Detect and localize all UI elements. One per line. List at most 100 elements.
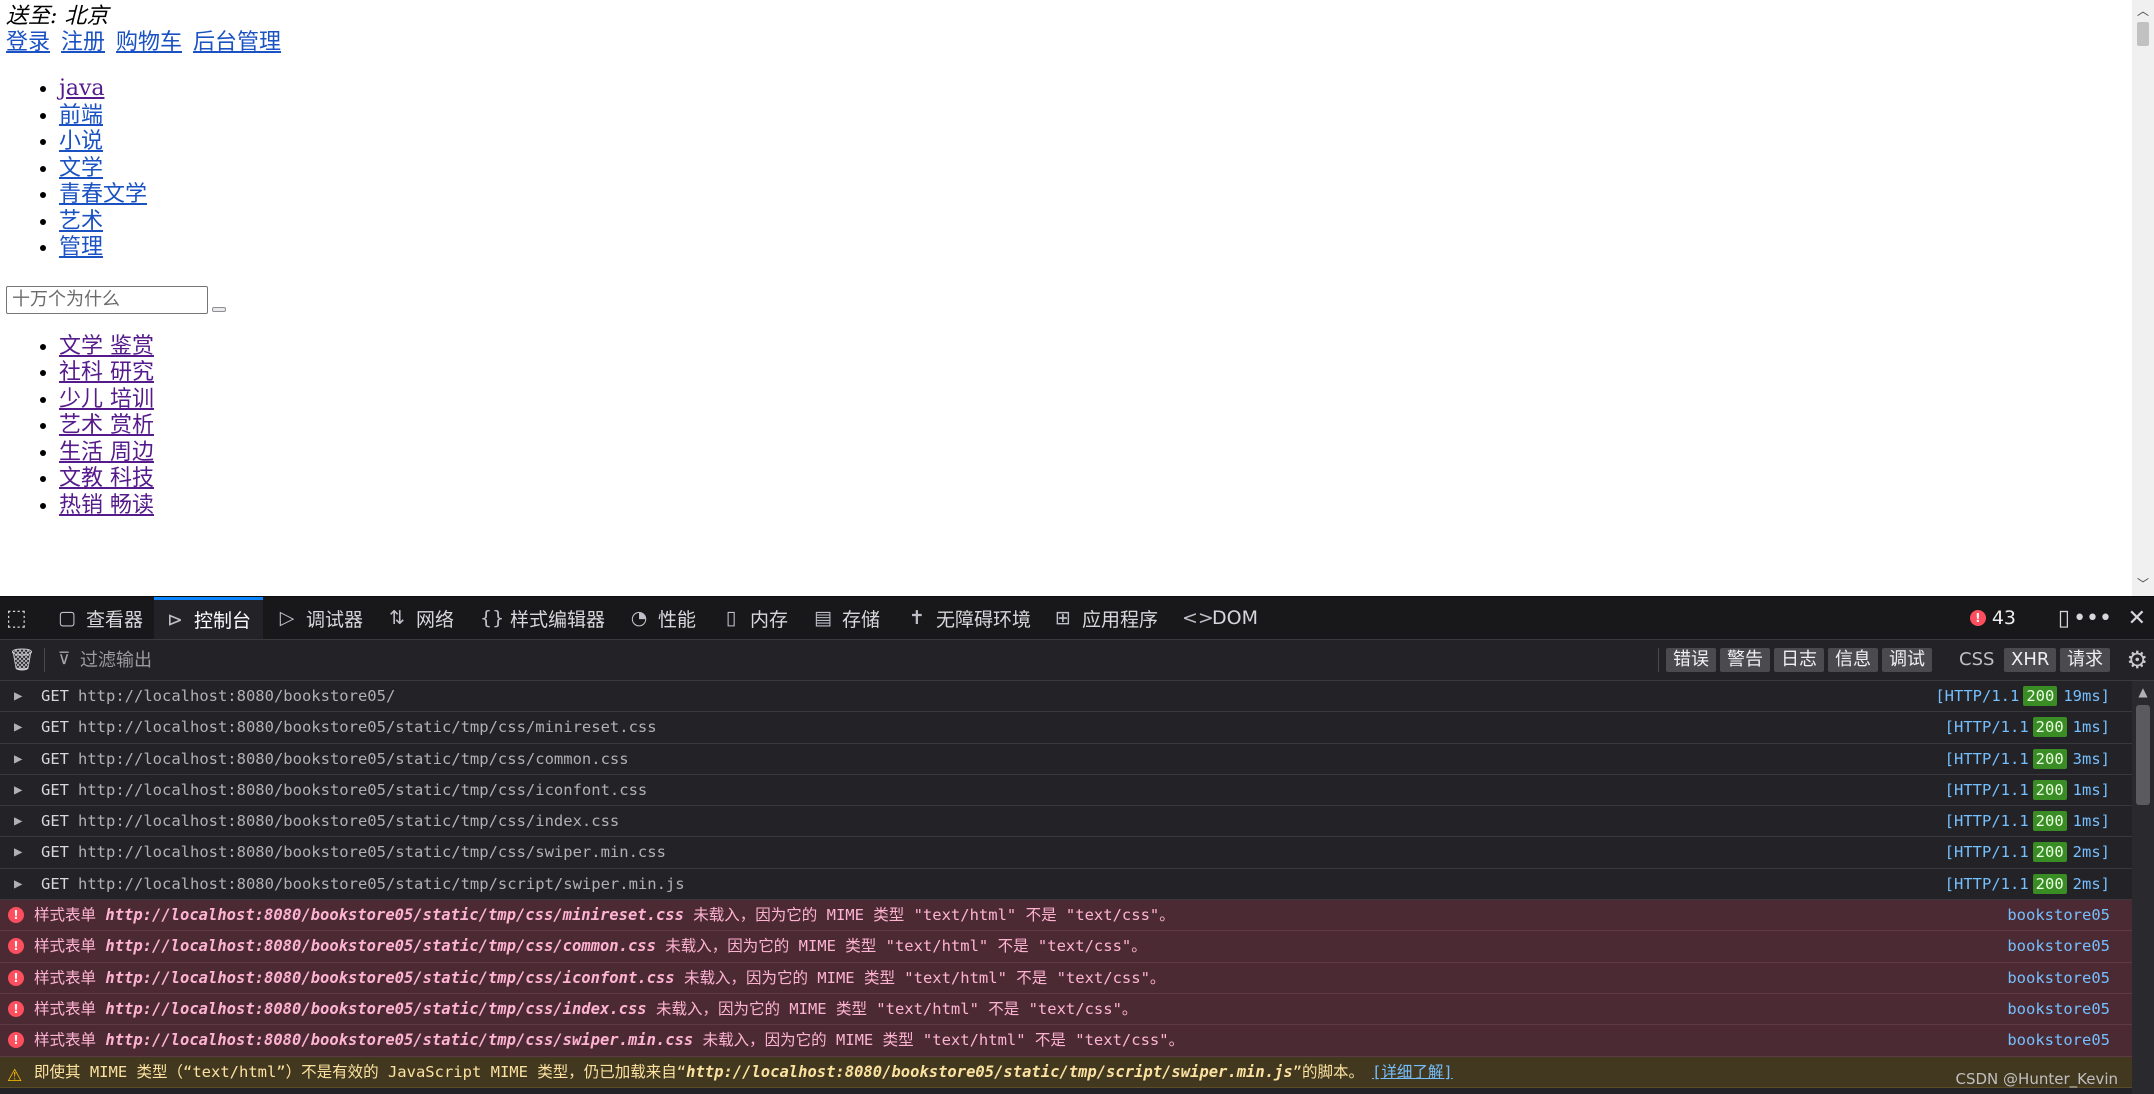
list-item: 热销 畅读 (59, 493, 285, 520)
request-url[interactable]: http://localhost:8080/bookstore05/static… (78, 712, 657, 742)
request-url[interactable]: http://localhost:8080/bookstore05/static… (78, 744, 629, 774)
tab-storage[interactable]: ▤ 存储 (812, 597, 880, 639)
filter-debug-button[interactable]: 调试 (1882, 648, 1932, 672)
subcategory-link[interactable]: 热销 畅读 (59, 493, 154, 518)
search-input[interactable] (6, 285, 208, 314)
network-log-row[interactable]: ▶ GET http://localhost:8080/bookstore05/… (0, 681, 2132, 713)
tab-inspector[interactable]: ▢ 查看器 (56, 597, 143, 639)
filter-info-button[interactable]: 信息 (1828, 648, 1878, 672)
responsive-mode-icon[interactable]: ▯ (2058, 597, 2070, 639)
subcategory-link[interactable]: 艺术 赏析 (59, 413, 154, 438)
list-item: 小说 (59, 129, 285, 156)
category-link[interactable]: 小说 (59, 129, 103, 154)
tab-application[interactable]: ⊞ 应用程序 (1052, 597, 1158, 639)
subcategory-link[interactable]: 少儿 培训 (59, 387, 154, 412)
page-scrollbar[interactable]: ︿ ﹀ (2132, 0, 2154, 596)
expand-triangle-icon[interactable]: ▶ (14, 775, 22, 805)
filter-css-button[interactable]: CSS (1952, 648, 2001, 672)
tab-memory[interactable]: ▯ 内存 (720, 597, 788, 639)
request-url[interactable]: http://localhost:8080/bookstore05/static… (78, 869, 685, 899)
filter-warnings-button[interactable]: 警告 (1720, 648, 1770, 672)
more-options-icon[interactable]: ••• (2073, 597, 2112, 639)
subcategory-link[interactable]: 社科 研究 (59, 360, 154, 385)
login-link[interactable]: 登录 (6, 30, 50, 55)
subcategory-link[interactable]: 文学 鉴赏 (59, 334, 154, 359)
scrollbar-thumb[interactable] (2136, 705, 2150, 805)
request-method: GET (41, 843, 69, 862)
request-url[interactable]: http://localhost:8080/bookstore05/static… (78, 837, 666, 867)
devtools-panel: ⬚ ▢ 查看器 ⊳ 控制台 ▷ 调试器 ⇅ 网络 {} 样式编辑器 ◔ 性能 ▯ 内存 (0, 597, 2154, 1094)
tab-debugger[interactable]: ▷ 调试器 (276, 597, 363, 639)
category-link[interactable]: 文学 (59, 156, 103, 181)
tab-performance[interactable]: ◔ 性能 (628, 597, 696, 639)
request-meta: [HTTP/1.1 200 2ms] (1945, 837, 2110, 867)
subcategory-link[interactable]: 文教 科技 (59, 466, 154, 491)
network-log-row[interactable]: ▶ GET http://localhost:8080/bookstore05/… (0, 806, 2132, 838)
request-meta: [HTTP/1.1 200 2ms] (1945, 869, 2110, 899)
page-content: 送至: 北京 登录 注册 购物车 后台管理 java 前端 小说 文学 青春文学… (6, 4, 285, 519)
request-url[interactable]: http://localhost:8080/bookstore05/ (78, 681, 395, 711)
network-log-row[interactable]: ▶ GET http://localhost:8080/bookstore05/… (0, 868, 2132, 901)
category-link[interactable]: 青春文学 (59, 182, 147, 207)
request-meta: [HTTP/1.1 200 1ms] (1945, 775, 2110, 805)
request-method: GET (41, 812, 69, 831)
learn-more-link[interactable]: [详细了解] (1372, 1063, 1453, 1081)
scroll-up-icon[interactable]: ▲ (2132, 685, 2154, 699)
status-badge: 200 (2032, 873, 2067, 894)
expand-triangle-icon[interactable]: ▶ (14, 869, 22, 899)
source-link[interactable]: bookstore05 (2007, 900, 2110, 930)
element-picker-icon[interactable]: ⬚ (6, 597, 32, 639)
console-scrollbar[interactable]: ▲ (2132, 681, 2154, 1094)
scrollbar-thumb[interactable] (2137, 22, 2149, 46)
tab-console[interactable]: ⊳ 控制台 (154, 597, 264, 639)
request-url[interactable]: http://localhost:8080/bookstore05/static… (78, 775, 647, 805)
tab-dom[interactable]: <> DOM (1182, 597, 1258, 639)
code-icon: <> (1182, 607, 1214, 629)
subcategory-link[interactable]: 生活 周边 (59, 440, 154, 465)
scroll-up-icon[interactable]: ︿ (2132, 2, 2154, 19)
status-badge: 200 (2032, 717, 2067, 738)
cart-link[interactable]: 购物车 (116, 30, 182, 55)
filter-errors-button[interactable]: 错误 (1666, 648, 1716, 672)
expand-triangle-icon[interactable]: ▶ (14, 681, 22, 711)
settings-gear-icon[interactable]: ⚙ (2126, 646, 2148, 674)
tab-network[interactable]: ⇅ 网络 (386, 597, 454, 639)
network-log-row[interactable]: ▶ GET http://localhost:8080/bookstore05/… (0, 743, 2132, 775)
category-link[interactable]: 管理 (59, 235, 103, 260)
message-prefix: 样式表单 (34, 906, 97, 925)
expand-triangle-icon[interactable]: ▶ (14, 806, 22, 836)
filter-requests-button[interactable]: 请求 (2060, 648, 2110, 672)
source-link[interactable]: bookstore05 (2007, 931, 2110, 961)
error-message: 样式表单 http://localhost:8080/bookstore05/s… (34, 1025, 1184, 1055)
network-log-row[interactable]: ▶ GET http://localhost:8080/bookstore05/… (0, 774, 2132, 807)
list-item: 少儿 培训 (59, 387, 285, 414)
search-button[interactable] (212, 306, 226, 312)
error-counter[interactable]: ! 43 (1969, 597, 2016, 639)
filter-input[interactable] (78, 645, 1632, 675)
network-log-row[interactable]: ▶ GET http://localhost:8080/bookstore05/… (0, 837, 2132, 869)
expand-triangle-icon[interactable]: ▶ (14, 837, 22, 867)
close-icon[interactable]: ✕ (2128, 597, 2146, 639)
filter-xhr-button[interactable]: XHR (2004, 648, 2057, 672)
expand-triangle-icon[interactable]: ▶ (14, 712, 22, 742)
scroll-down-icon[interactable]: ﹀ (2132, 575, 2154, 592)
source-link[interactable]: bookstore05 (2007, 994, 2110, 1024)
expand-triangle-icon[interactable]: ▶ (14, 744, 22, 774)
category-link[interactable]: java (59, 76, 104, 101)
list-item: 艺术 (59, 209, 285, 236)
register-link[interactable]: 注册 (61, 30, 105, 55)
admin-link[interactable]: 后台管理 (193, 30, 281, 55)
filter-logs-button[interactable]: 日志 (1774, 648, 1824, 672)
tab-style-editor[interactable]: {} 样式编辑器 (480, 597, 605, 639)
request-url[interactable]: http://localhost:8080/bookstore05/static… (78, 806, 619, 836)
request-method: GET (41, 718, 69, 737)
tab-accessibility[interactable]: ✝ 无障碍环境 (906, 597, 1031, 639)
message-url: http://localhost:8080/bookstore05/static… (105, 999, 647, 1018)
clear-console-icon[interactable]: 🗑 (8, 648, 36, 673)
category-link[interactable]: 艺术 (59, 209, 103, 234)
network-log-row[interactable]: ▶ GET http://localhost:8080/bookstore05/… (0, 712, 2132, 744)
source-link[interactable]: bookstore05 (2007, 963, 2110, 993)
source-link[interactable]: bookstore05 (2007, 1025, 2110, 1055)
category-link[interactable]: 前端 (59, 103, 103, 128)
error-count-value: 43 (1991, 607, 2016, 629)
